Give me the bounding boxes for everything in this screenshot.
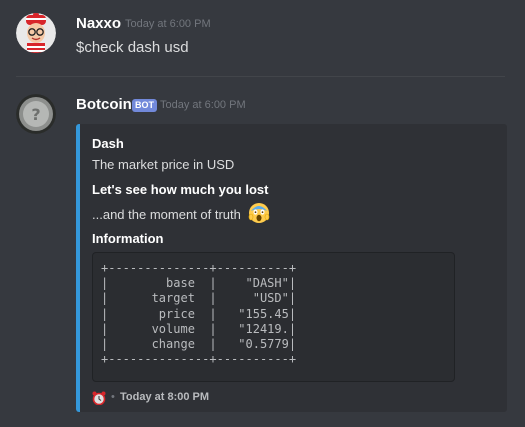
bot-badge: BOT bbox=[132, 99, 157, 112]
info-code-block: +--------------+----------+ | base | "DA… bbox=[92, 252, 455, 382]
botcoin-avatar[interactable]: ? bbox=[16, 94, 56, 134]
embed-description: The market price in USD bbox=[92, 157, 235, 172]
footer-separator: • bbox=[111, 391, 115, 403]
field-name: Let's see how much you lost bbox=[92, 182, 269, 197]
footer-text: Today at 8:00 PM bbox=[120, 391, 210, 403]
message-botcoin: ? Botcoin BOT Today at 6:00 PM Dash The … bbox=[0, 0, 525, 427]
embed-title: Dash bbox=[92, 136, 124, 151]
scream-emoji bbox=[248, 202, 270, 224]
field-value-text: ...and the moment of truth bbox=[92, 207, 241, 222]
author-name[interactable]: Botcoin bbox=[76, 96, 132, 113]
field-name: Information bbox=[92, 231, 164, 246]
svg-text:?: ? bbox=[31, 105, 40, 124]
coin-avatar-image: ? bbox=[16, 94, 56, 134]
field-value: ...and the moment of truth bbox=[92, 207, 241, 222]
alarm-clock-icon bbox=[92, 391, 106, 405]
message-timestamp: Today at 6:00 PM bbox=[160, 99, 246, 111]
embed: Dash The market price in USD Let's see h… bbox=[76, 124, 507, 412]
